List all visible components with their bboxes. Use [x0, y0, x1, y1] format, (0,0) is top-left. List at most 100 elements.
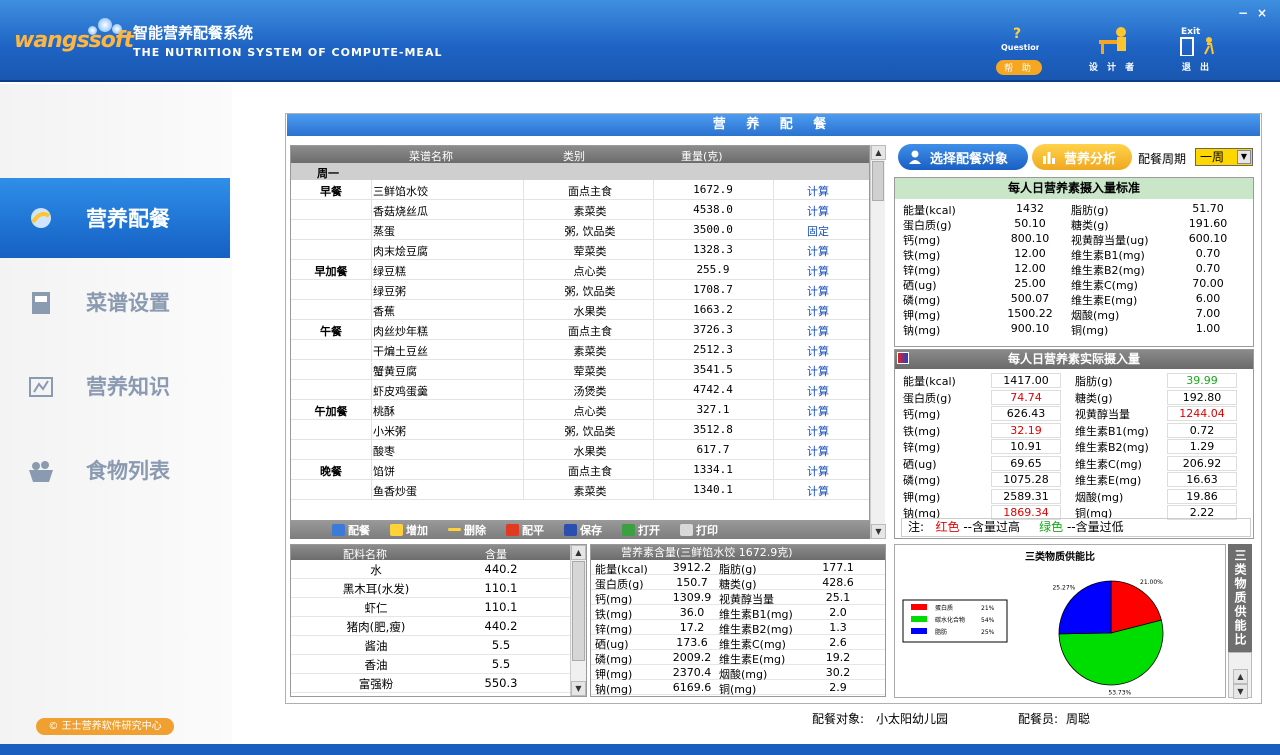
recipe-row[interactable]: 绿豆粥 粥, 饮品类 1708.7 计算: [291, 280, 869, 300]
scroll-down-arrow[interactable]: ▼: [571, 681, 586, 696]
dish-nutrient-row: 钙(mg) 1309.9 视黄醇当量 25.1: [591, 590, 885, 606]
recipe-row[interactable]: 干煸土豆丝 素菜类 2512.3 计算: [291, 340, 869, 360]
recipe-row[interactable]: 蟹黄豆腐 荤菜类 3541.5 计算: [291, 360, 869, 380]
minus-icon: [448, 528, 461, 531]
sidebar-item-nutrition-meal[interactable]: 营养配餐: [0, 178, 230, 258]
scroll-up-arrow[interactable]: ▲: [871, 145, 886, 160]
ingredient-row[interactable]: 水 440.2: [291, 560, 586, 579]
ingredient-row[interactable]: 富强粉 550.3: [291, 674, 586, 693]
calc-link[interactable]: 计算: [775, 343, 861, 359]
period-select[interactable]: 一周 ▼: [1195, 148, 1253, 166]
ingredient-row[interactable]: 黑木耳(水发) 110.1: [291, 579, 586, 598]
calc-link[interactable]: 计算: [775, 203, 861, 219]
target-label: 配餐对象:: [812, 712, 865, 726]
scroll-thumb[interactable]: [572, 561, 585, 661]
recipe-row[interactable]: 晚餐 馅饼 面点主食 1334.1 计算: [291, 460, 869, 480]
recipe-row[interactable]: 酸枣 水果类 617.7 计算: [291, 440, 869, 460]
calc-link[interactable]: 计算: [775, 263, 861, 279]
recipe-weight: 1334.1: [693, 463, 733, 476]
recipe-name: 馅饼: [373, 465, 395, 478]
recipe-row[interactable]: 小米粥 粥, 饮品类 3512.8 计算: [291, 420, 869, 440]
recipe-name: 酸枣: [373, 445, 395, 458]
scroll-down-arrow[interactable]: ▼: [1233, 684, 1248, 699]
add-button[interactable]: 增加: [390, 522, 428, 538]
scroll-thumb[interactable]: [872, 161, 884, 201]
ingredient-row[interactable]: 酱油 5.5: [291, 636, 586, 655]
chart-tab[interactable]: 三类物质供能比: [1228, 544, 1252, 652]
ingredient-row[interactable]: 猪肉(肥,瘦) 440.2: [291, 617, 586, 636]
print-button[interactable]: 打印: [680, 522, 718, 538]
calc-link[interactable]: 计算: [775, 363, 861, 379]
nutrient-value: 74.74: [991, 389, 1061, 405]
scroll-up-arrow[interactable]: ▲: [1233, 669, 1248, 684]
calc-link[interactable]: 计算: [775, 403, 861, 419]
nutrient-value: 12.00: [1014, 247, 1046, 260]
scroll-down-arrow[interactable]: ▼: [871, 524, 886, 539]
recipe-row[interactable]: 香菇烧丝瓜 素菜类 4538.0 计算: [291, 200, 869, 220]
print-icon: [680, 523, 693, 536]
balance-button[interactable]: 配平: [506, 522, 544, 538]
calc-link[interactable]: 计算: [775, 483, 861, 499]
sidebar-item-food-list[interactable]: 食物列表: [0, 430, 230, 510]
cell-divider: [371, 480, 372, 500]
nutrient-label: 脂肪(g): [1071, 204, 1109, 217]
recipe-scrollbar[interactable]: ▲ ▼: [870, 145, 886, 539]
recipe-row[interactable]: 肉末烩豆腐 荤菜类 1328.3 计算: [291, 240, 869, 260]
nutrient-value: 150.7: [676, 576, 708, 589]
dish-nutrient-row: 蛋白质(g) 150.7 糖类(g) 428.6: [591, 575, 885, 591]
nutrient-value: 10.91: [991, 439, 1061, 454]
ingredient-row[interactable]: 虾仁 110.1: [291, 598, 586, 617]
calc-link[interactable]: 固定: [775, 223, 861, 239]
open-button[interactable]: 打开: [622, 522, 660, 538]
recipe-row[interactable]: 午加餐 桃酥 点心类 327.1 计算: [291, 400, 869, 420]
calc-link[interactable]: 计算: [775, 243, 861, 259]
calc-link[interactable]: 计算: [775, 443, 861, 459]
scroll-up-arrow[interactable]: ▲: [571, 545, 586, 560]
ingredient-amount: 440.2: [484, 619, 518, 633]
nutrient-label: 视黄醇当量(ug): [1071, 234, 1149, 247]
designer-button[interactable]: 设 计 者: [1078, 24, 1148, 80]
recipe-weight: 4742.4: [693, 383, 733, 396]
open-icon: [622, 523, 635, 536]
sidebar-item-nutrition-knowledge[interactable]: 营养知识: [0, 346, 230, 426]
ingredients-scrollbar[interactable]: ▲ ▼: [570, 545, 586, 696]
recipe-row[interactable]: 香蕉 水果类 1663.2 计算: [291, 300, 869, 320]
nutrient-value: 428.6: [822, 576, 854, 589]
legend-label: 蛋白质: [935, 604, 953, 612]
meal-button[interactable]: 配餐: [332, 522, 370, 538]
recipe-row[interactable]: 鱼香炒蛋 素菜类 1340.1 计算: [291, 480, 869, 500]
nutrient-label: 铜(mg): [719, 683, 757, 696]
save-button[interactable]: 保存: [564, 522, 602, 538]
help-button[interactable]: ?Question? 帮 助: [984, 24, 1054, 80]
nutrient-value: 1500.22: [1007, 307, 1053, 320]
chart-scrollbar[interactable]: ▲ ▼: [1228, 652, 1252, 699]
calc-link[interactable]: 计算: [775, 423, 861, 439]
sidebar-item-recipe-settings[interactable]: 菜谱设置: [0, 262, 230, 342]
calc-link[interactable]: 计算: [775, 323, 861, 339]
chevron-down-icon[interactable]: ▼: [1237, 150, 1251, 164]
recipe-category: 汤煲类: [573, 385, 607, 398]
recipe-weight: 3512.8: [693, 423, 733, 436]
calc-link[interactable]: 计算: [775, 303, 861, 319]
minimize-button[interactable]: −: [1236, 6, 1250, 20]
recipe-table-header: 菜谱名称 类别 重量(克): [291, 146, 869, 163]
nutrition-analysis-button[interactable]: 营养分析: [1032, 144, 1132, 170]
calc-link[interactable]: 计算: [775, 283, 861, 299]
close-button[interactable]: ×: [1255, 6, 1269, 20]
ingredient-row[interactable]: 香油 5.5: [291, 655, 586, 674]
exit-button[interactable]: Exit 退 出: [1162, 24, 1232, 80]
recipe-row[interactable]: 蒸蛋 粥, 饮品类 3500.0 固定: [291, 220, 869, 240]
recipe-row[interactable]: 虾皮鸡蛋羹 汤煲类 4742.4 计算: [291, 380, 869, 400]
recipe-row[interactable]: 午餐 肉丝炒年糕 面点主食 3726.3 计算: [291, 320, 869, 340]
calc-link[interactable]: 计算: [775, 463, 861, 479]
select-target-button[interactable]: 选择配餐对象: [898, 144, 1028, 170]
cell-divider: [653, 180, 654, 200]
recipe-weight: 3726.3: [693, 323, 733, 336]
recipe-row[interactable]: 早餐 三鲜馅水饺 面点主食 1672.9 计算: [291, 180, 869, 200]
recipe-weight: 1672.9: [693, 183, 733, 196]
cell-divider: [523, 260, 524, 280]
calc-link[interactable]: 计算: [775, 183, 861, 199]
delete-button[interactable]: 删除: [448, 522, 486, 538]
recipe-row[interactable]: 早加餐 绿豆糕 点心类 255.9 计算: [291, 260, 869, 280]
calc-link[interactable]: 计算: [775, 383, 861, 399]
